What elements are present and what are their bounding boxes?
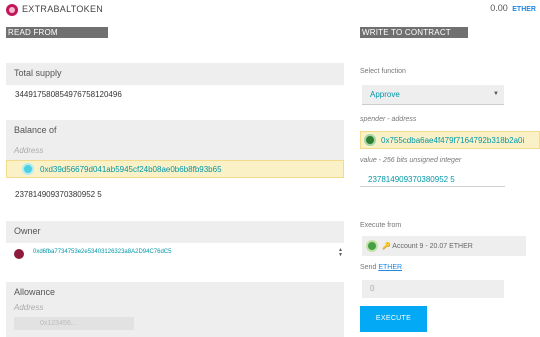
balance-of-value: 237814909370380952 5 [15, 190, 102, 199]
owner-address-row[interactable]: 0xd6fba7734753e2e53403126323a8A2D94C76dC… [6, 246, 344, 262]
write-section-header: WRITE TO CONTRACT [360, 27, 468, 38]
send-amount-input[interactable]: 0 [362, 280, 504, 298]
account-balance: 0.00 ETHER [490, 3, 536, 13]
balance-unit: ETHER [512, 6, 536, 13]
execute-from-select[interactable]: 🔑 Account 9 - 20.07 ETHER [362, 236, 526, 256]
spinner-arrows-icon[interactable]: ▲ ▼ [338, 248, 343, 258]
balance-of-param-label: Address [14, 146, 44, 155]
send-amount-value: 0 [370, 284, 375, 293]
select-function-label: Select function [360, 68, 406, 75]
account-identicon-icon [366, 240, 378, 252]
read-section-header: READ FROM CONTRACT [6, 27, 108, 48]
execute-button[interactable]: EXECUTE [360, 306, 427, 332]
balance-of-address: 0xd39d56679d041ab5945cf24b08ae0b6b8fb93b… [40, 165, 222, 174]
execute-from-account: 🔑 Account 9 - 20.07 ETHER [382, 243, 473, 250]
identicon-icon [22, 163, 34, 175]
balance-value: 0.00 [490, 3, 508, 13]
send-label: Send [360, 264, 377, 271]
allowance-address-input[interactable]: 0x123456... [14, 317, 134, 330]
value-input[interactable]: 237814909370380952 5 [360, 171, 505, 187]
value-input-text: 237814909370380952 5 [368, 175, 455, 184]
balance-of-label: Balance of [14, 125, 57, 135]
owner-block: Owner [6, 221, 344, 243]
owner-label: Owner [14, 226, 41, 236]
spender-label: spender - address [360, 116, 417, 123]
value-label: value - 256 bits unsigned integer [360, 157, 462, 164]
allowance-block: Allowance Address 0x123456... [6, 282, 344, 337]
spender-address-input[interactable]: 0x755cdba6ae4f479f7164792b318b2a0i [360, 131, 540, 149]
allowance-label: Allowance [14, 287, 56, 297]
balance-of-address-input[interactable]: 0xd39d56679d041ab5945cf24b08ae0b6b8fb93b… [6, 160, 344, 178]
total-supply-block: Total supply [6, 63, 344, 85]
spender-address: 0x755cdba6ae4f479f7164792b318b2a0i [381, 136, 525, 145]
send-unit-link[interactable]: ETHER [378, 264, 402, 271]
spender-identicon-icon [364, 134, 376, 146]
chevron-down-icon: ▼ [493, 91, 499, 97]
allowance-param-label: Address [14, 303, 44, 312]
owner-identicon-icon [14, 249, 24, 259]
function-select[interactable]: Approve ▼ [362, 85, 504, 105]
token-logo-icon [6, 4, 18, 16]
total-supply-value: 344917580854976758120496 [15, 90, 122, 99]
balance-of-block: Balance of Address [6, 120, 344, 160]
send-label-row: Send ETHER [360, 264, 402, 271]
selected-function: Approve [370, 90, 400, 99]
total-supply-label: Total supply [14, 68, 62, 78]
owner-address: 0xd6fba7734753e2e53403126323a8A2D94C76dC… [33, 249, 172, 255]
execute-from-label: Execute from [360, 222, 402, 229]
token-title: EXTRABALTOKEN [22, 4, 104, 14]
